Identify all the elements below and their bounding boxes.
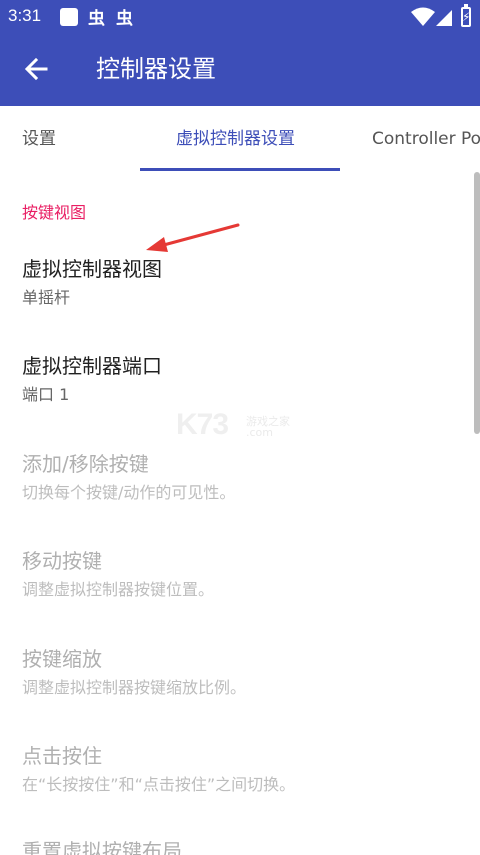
section-header: 按键视图: [22, 203, 87, 222]
preferences-list[interactable]: 按键视图 虚拟控制器视图 单摇杆 虚拟控制器端口 端口 1 添加/移除按键 切换…: [0, 172, 480, 855]
pref-title: 移动按键: [22, 549, 102, 573]
scrollbar[interactable]: [474, 172, 480, 434]
tab-settings[interactable]: 设置: [22, 127, 56, 151]
back-arrow-icon[interactable]: [16, 50, 56, 90]
pref-summary: 单摇杆: [22, 288, 71, 307]
signal-icon: [436, 10, 452, 26]
pref-summary: 调整虚拟控制器按键位置。: [22, 580, 215, 599]
pref-reset-layout[interactable]: 重置虚拟按键布局: [22, 837, 462, 855]
pref-title: 虚拟控制器视图: [22, 257, 162, 281]
bug-app-icon: 虫: [116, 9, 133, 29]
wifi-icon: [411, 7, 435, 26]
pref-title: 点击按住: [22, 744, 102, 768]
app-bar: 控制器设置: [0, 34, 480, 106]
notification-square-icon: [60, 8, 78, 26]
tab-virtual-controller-settings[interactable]: 虚拟控制器设置: [176, 127, 295, 151]
pref-summary: 切换每个按键/动作的可见性。: [22, 483, 236, 502]
tab-indicator: [140, 168, 340, 171]
tab-controller-port[interactable]: Controller Po: [372, 127, 480, 151]
status-bar: 3:31 虫 虫 ⚡: [0, 0, 480, 34]
battery-icon: ⚡: [461, 4, 471, 27]
watermark-brand: K73: [176, 408, 229, 441]
pref-summary: 在“长按按住”和“点击按住”之间切换。: [22, 775, 296, 794]
pref-title: 虚拟控制器端口: [22, 354, 162, 378]
status-time: 3:31: [8, 6, 42, 25]
pref-summary: 调整虚拟控制器按键缩放比例。: [22, 678, 247, 697]
pref-tap-hold[interactable]: 点击按住 在“长按按住”和“点击按住”之间切换。: [22, 742, 462, 797]
annotation-arrow-icon: [146, 223, 240, 252]
pref-summary: 端口 1: [22, 385, 70, 404]
bug-app-icon: 虫: [88, 9, 105, 29]
pref-button-scale[interactable]: 按键缩放 调整虚拟控制器按键缩放比例。: [22, 645, 462, 700]
page-title: 控制器设置: [96, 55, 216, 83]
pref-virtual-controller-port[interactable]: 虚拟控制器端口 端口 1: [22, 352, 462, 407]
pref-title: 重置虚拟按键布局: [22, 839, 182, 855]
pref-move-buttons[interactable]: 移动按键 调整虚拟控制器按键位置。: [22, 547, 462, 602]
pref-virtual-controller-view[interactable]: 虚拟控制器视图 单摇杆: [22, 255, 462, 310]
pref-title: 按键缩放: [22, 647, 102, 671]
watermark-logo: K73 游戏之家 .com: [176, 408, 306, 442]
pref-title: 添加/移除按键: [22, 452, 149, 476]
pref-add-remove-buttons[interactable]: 添加/移除按键 切换每个按键/动作的可见性。: [22, 450, 462, 505]
tab-bar: 设置 虚拟控制器设置 Controller Po: [0, 106, 480, 172]
watermark-domain: .com: [246, 426, 273, 439]
